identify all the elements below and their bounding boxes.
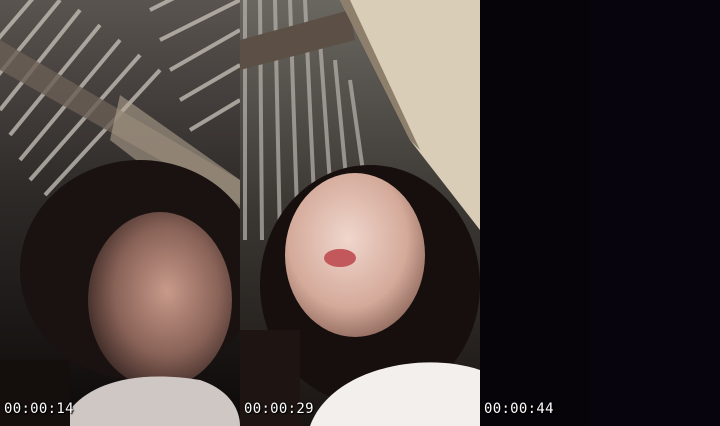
timestamp-label: 00:00:14 bbox=[4, 401, 74, 417]
video-frame-2[interactable]: 00:00:29 bbox=[240, 0, 480, 426]
video-frame-3[interactable]: 00:00:44 bbox=[480, 0, 720, 426]
timestamp-label: 00:00:44 bbox=[484, 401, 554, 417]
timestamp-label: 00:00:29 bbox=[244, 401, 314, 417]
video-frame-1[interactable]: 00:00:14 bbox=[0, 0, 240, 426]
frame-2-image bbox=[240, 0, 480, 426]
video-thumbnail-strip: 00:00:14 00:00:29 00:00:44 bbox=[0, 0, 720, 426]
frame-1-image bbox=[0, 0, 240, 426]
frame-3-image bbox=[480, 0, 720, 426]
